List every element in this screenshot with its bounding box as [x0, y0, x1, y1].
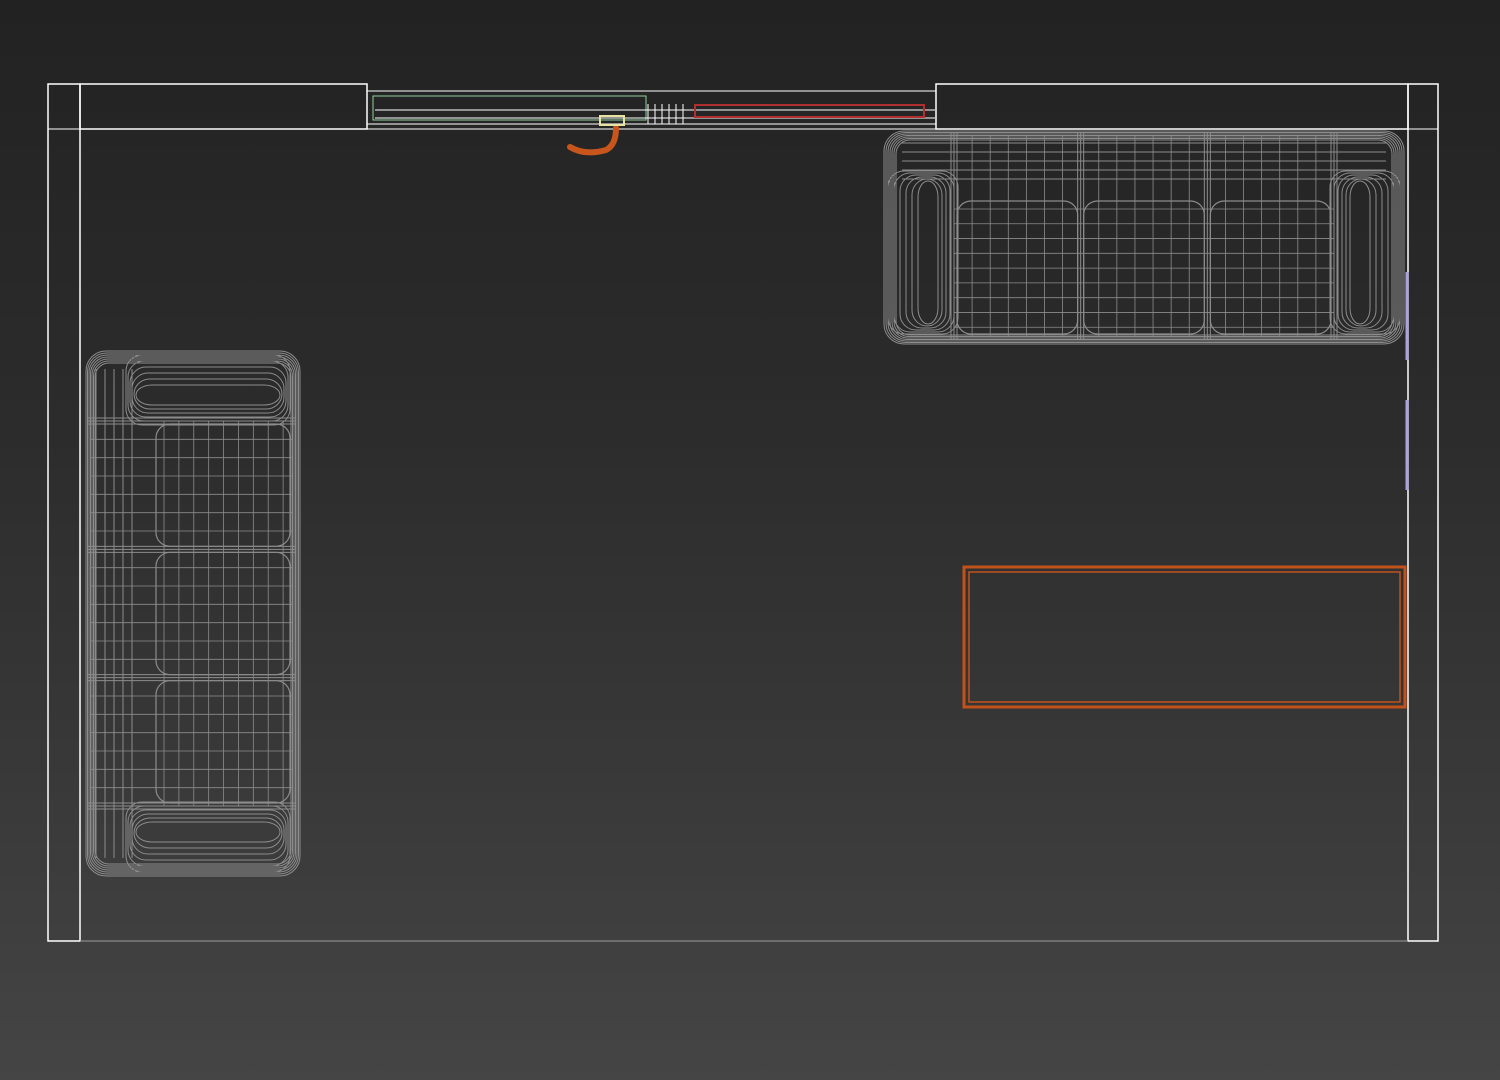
sliding-window[interactable] — [366, 90, 937, 130]
sofa-arm-bottom — [127, 805, 289, 867]
handle-grip — [567, 125, 619, 156]
sofa-seat-cushion — [956, 200, 1079, 335]
sofa-outline — [90, 356, 296, 871]
wall-top-right — [935, 83, 1409, 130]
sofa-outline — [891, 136, 1397, 339]
sofa-outline — [87, 352, 299, 875]
rug-outer — [962, 565, 1407, 709]
sofa-left[interactable] — [85, 350, 301, 877]
sofa-outline — [893, 138, 1395, 337]
sofa-outline — [94, 362, 292, 865]
sofa-arm-right — [1333, 172, 1395, 333]
sofa-seat-cushion — [155, 680, 291, 804]
sofa-arm-bottom — [125, 801, 291, 873]
door-handle[interactable] — [567, 115, 625, 156]
sofa-seat-cushion — [1209, 200, 1332, 335]
sofa-outline — [885, 132, 1403, 343]
sofa-arm-left — [893, 172, 955, 333]
viewport-top-view[interactable] — [0, 0, 1500, 1080]
sofa-arm-top — [135, 384, 281, 406]
rug-inner — [968, 571, 1401, 703]
sofa-outline — [895, 139, 1393, 336]
wall-right-post — [1407, 83, 1439, 942]
sofa-outline — [91, 358, 295, 869]
sofa-arm-left — [887, 170, 959, 335]
sofa-outline — [889, 135, 1399, 340]
sofa-outline — [88, 354, 298, 873]
rug[interactable] — [962, 565, 1407, 709]
sofa-top-right[interactable] — [883, 130, 1405, 345]
wall-left-post — [47, 83, 81, 942]
sofa-seat-cushion — [1083, 200, 1205, 335]
window-pane-right — [694, 104, 925, 118]
sofa-arm-right — [1329, 170, 1401, 335]
sofa-arm-top — [125, 354, 291, 426]
sofa-arm-left — [917, 180, 939, 325]
scene-canvas[interactable] — [0, 0, 1500, 1080]
sofa-arm-top — [127, 360, 289, 422]
sofa-seat-cushion — [155, 551, 291, 676]
wall-top-left — [79, 83, 368, 130]
sofa-arm-bottom — [135, 821, 281, 843]
sofa-outline — [887, 133, 1401, 342]
sofa-arm-right — [1349, 180, 1371, 325]
sofa-seat-cushion — [155, 423, 291, 547]
